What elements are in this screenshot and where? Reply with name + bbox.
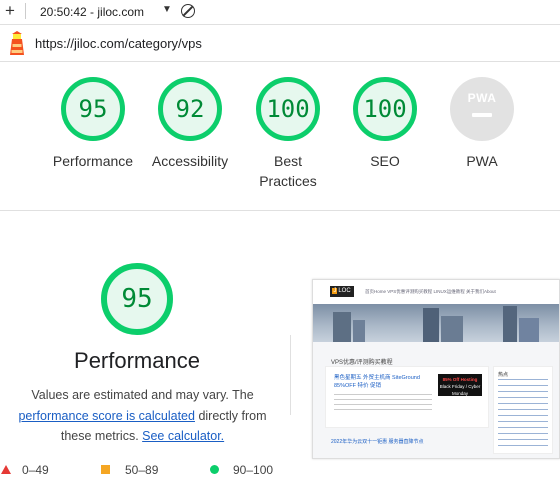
vertical-separator: [290, 335, 291, 415]
report-url-bar: https://jiloc.com/category/vps: [0, 25, 560, 62]
thumb-sidebar: 热点: [493, 366, 553, 454]
thumb-heading: VPS优惠/评测购买教程: [331, 360, 393, 366]
chevron-down-icon[interactable]: ▼: [162, 4, 172, 15]
legend-fail: 0–49: [22, 463, 49, 477]
performance-score-value: 95: [121, 284, 153, 314]
score-value: 100: [266, 95, 310, 123]
devtools-toolbar: + 20:50:42 - jiloc.com ▼: [0, 0, 560, 25]
legend-pass: 90–100: [233, 463, 274, 477]
see-calculator-link[interactable]: See calculator.: [142, 429, 224, 443]
add-report-icon[interactable]: +: [5, 1, 15, 21]
page-url[interactable]: https://jiloc.com/category/vps: [35, 36, 202, 51]
score-value: 92: [175, 95, 205, 123]
site-logo: J LOC: [330, 286, 354, 297]
thumb-body: VPS优惠/评测购买教程 黑色星期五 外贸主机商 SiteGround 85%O…: [313, 342, 559, 458]
score-value: 95: [78, 95, 108, 123]
gauge-label: PWA: [466, 153, 498, 169]
fail-triangle-icon: [1, 465, 11, 474]
report-selector[interactable]: 20:50:42 - jiloc.com: [40, 5, 144, 19]
pwa-dash: [472, 113, 492, 117]
thumb-post-card: 黑色星期五 外贸主机商 SiteGround 85%OFF 特价 促销 85% …: [325, 366, 489, 428]
pass-circle-icon: [210, 465, 219, 474]
thumb-post-title: 黑色星期五 外贸主机商 SiteGround 85%OFF 特价 促销: [334, 375, 420, 389]
performance-description: Values are estimated and may vary. The p…: [18, 388, 267, 443]
lighthouse-icon: [10, 31, 24, 55]
average-square-icon: [101, 465, 110, 474]
thumb-hero-image: [313, 304, 559, 342]
final-screenshot-thumbnail[interactable]: J LOC 首页Home VPS优惠评测购买教程 LINUX运维教程 关于我们Ab…: [312, 279, 560, 459]
legend-average: 50–89: [125, 463, 159, 477]
thumb-nav-links: 首页Home VPS优惠评测购买教程 LINUX运维教程 关于我们About: [365, 289, 496, 294]
clear-icon[interactable]: [181, 4, 195, 18]
toolbar-separator: [25, 3, 26, 19]
performance-title: Performance: [74, 348, 200, 373]
thumb-post-excerpt: [334, 394, 432, 414]
thumb-navbar: J LOC 首页Home VPS优惠评测购买教程 LINUX运维教程 关于我们Ab…: [313, 280, 559, 305]
score-calculated-link[interactable]: performance score is calculated: [18, 409, 194, 423]
thumb-footer-link: 2022年华为云双十一钜惠 服务器直降节点: [331, 439, 424, 445]
thumb-ad-banner: 85% Off Hosting Black Friday / Cyber Mond…: [438, 374, 482, 396]
score-value: 100: [363, 95, 407, 123]
section-divider: [0, 210, 560, 211]
pwa-badge-icon: PWA: [450, 77, 514, 141]
